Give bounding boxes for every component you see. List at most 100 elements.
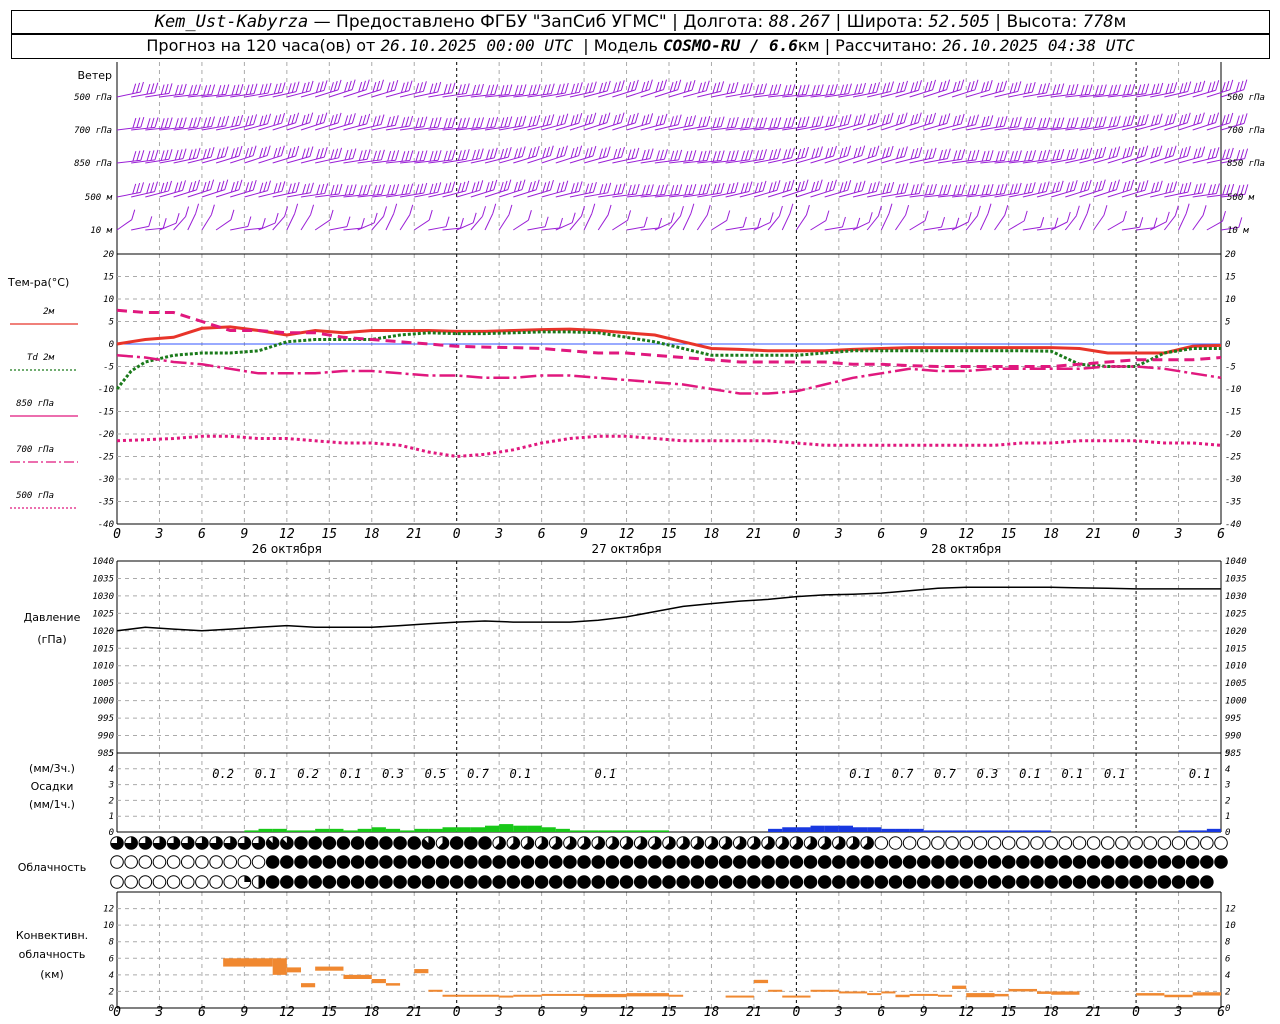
wind-barb-feather xyxy=(659,80,664,91)
cloud-symbol xyxy=(1001,836,1016,850)
conv-tick-left: 4 xyxy=(109,971,114,981)
wind-barb-feather xyxy=(302,184,307,195)
precip-amount-label: 0.7 xyxy=(934,767,956,781)
conv-bar xyxy=(966,993,995,998)
wind-barb-feather xyxy=(1024,150,1029,162)
wind-barb-feather xyxy=(309,112,314,123)
wind-barb-feather xyxy=(195,203,200,214)
precip-bar xyxy=(1206,828,1221,832)
cloud-symbol xyxy=(449,875,464,889)
wind-barb-feather xyxy=(631,148,636,159)
wind-barb-feather xyxy=(1094,148,1099,160)
wind-barb-feather xyxy=(881,115,886,126)
conv-bar xyxy=(909,993,938,996)
cloud-symbol xyxy=(775,855,790,869)
wind-barb-feather xyxy=(769,84,774,96)
wind-barb-feather xyxy=(1059,180,1064,191)
wind-barb-feather xyxy=(482,206,486,217)
wind-barb-feather xyxy=(584,115,589,126)
wind-barb-feather xyxy=(429,183,434,195)
cloud-symbol xyxy=(1171,855,1186,869)
wind-barb-feather xyxy=(999,116,1004,127)
wind-barb-feather xyxy=(1183,82,1188,93)
wind-barb-feather xyxy=(1041,182,1046,193)
temp-tick-right: -35 xyxy=(1225,498,1241,508)
wind-barb-feather xyxy=(984,81,989,92)
wind-barb-feather xyxy=(773,84,778,95)
wind-barb-feather xyxy=(670,185,675,196)
wind-barb-feather xyxy=(380,184,385,195)
wind-barb-feather xyxy=(1158,113,1163,124)
wind-barb-feather xyxy=(656,150,660,161)
wind-barb-feather xyxy=(224,146,229,157)
precip-amount-label: 0.1 xyxy=(1104,767,1126,781)
wind-barb-feather xyxy=(266,145,271,156)
wind-barb-shaft xyxy=(215,219,232,231)
wind-barb-feather xyxy=(1165,83,1170,94)
wind-barb-feather xyxy=(295,112,300,123)
wind-barb-feather xyxy=(231,116,236,127)
wind-barb-feather xyxy=(189,85,193,96)
wind-barb-feather xyxy=(136,150,141,161)
wind-barb-feather xyxy=(405,184,410,195)
cloud-symbol xyxy=(294,875,308,889)
wind-barb-feather xyxy=(1017,81,1022,92)
wind-barb-feather xyxy=(769,149,774,161)
wind-barb-feather xyxy=(546,181,551,192)
cloud-symbol xyxy=(1115,875,1129,889)
wind-barb-shaft xyxy=(852,221,870,231)
pressure-title: Давление xyxy=(24,611,81,624)
wind-barb-feather xyxy=(1094,181,1099,193)
wind-barb-feather xyxy=(471,182,476,193)
wind-barb-feather xyxy=(981,151,986,162)
wind-barb-feather xyxy=(769,212,774,223)
wind-barb-feather xyxy=(801,116,806,128)
wind-barb-feather xyxy=(372,150,377,162)
precip-amount-label: 0.1 xyxy=(849,767,871,781)
wind-barb-feather xyxy=(401,184,406,195)
wind-barb-feather xyxy=(372,116,377,127)
wind-barb-feather xyxy=(1200,112,1205,123)
press-tick-left: 1040 xyxy=(92,557,114,567)
wind-barb-feather xyxy=(1084,84,1089,95)
wind-barb-feather xyxy=(1052,84,1057,95)
press-tick-left: 995 xyxy=(98,714,114,724)
wind-barb-feather xyxy=(1222,184,1227,196)
wind-barb-shaft xyxy=(583,213,593,231)
wind-barb-feather xyxy=(805,146,809,158)
wind-barb-feather xyxy=(692,183,697,195)
precip-amount-label: 0.7 xyxy=(892,767,914,781)
precip-amount-label: 0.5 xyxy=(425,767,447,781)
wind-barb-feather xyxy=(1087,179,1092,190)
wind-barb-feather xyxy=(344,185,349,196)
wind-barb-feather xyxy=(273,83,278,95)
wind-barb-feather xyxy=(1225,148,1230,159)
wind-barb-feather xyxy=(415,83,420,94)
wind-barb-feather xyxy=(592,181,597,193)
press-tick-right: 1010 xyxy=(1225,662,1247,672)
wind-barb-feather xyxy=(1126,146,1131,158)
precip-bar xyxy=(909,828,924,832)
cloud-symbol xyxy=(789,855,804,869)
cloud-symbol xyxy=(1030,875,1044,889)
wind-barb-feather xyxy=(942,114,947,125)
precip-bar xyxy=(923,830,938,832)
wind-barb-feather xyxy=(726,83,731,94)
wind-barb-feather xyxy=(401,117,406,128)
wind-barb-feather xyxy=(234,147,239,158)
wind-barb-shaft xyxy=(385,213,395,231)
wind-barb-feather xyxy=(1066,118,1071,129)
time-tick: 9 xyxy=(920,527,928,542)
wind-barb-feather xyxy=(726,210,731,221)
precip-bar xyxy=(881,828,896,832)
wind-barb-feather xyxy=(1094,117,1099,128)
wind-barb-feather xyxy=(690,203,695,214)
wind-barb-feather xyxy=(706,204,711,216)
wind-barb-feather xyxy=(814,180,819,191)
wind-barb-feather xyxy=(196,84,201,95)
cloud-symbol xyxy=(478,855,492,869)
wind-barb-feather xyxy=(164,181,169,193)
wind-barb-feather xyxy=(267,180,272,191)
day-label: 28 октября xyxy=(931,542,1001,556)
wind-barb-shaft xyxy=(1008,220,1025,231)
